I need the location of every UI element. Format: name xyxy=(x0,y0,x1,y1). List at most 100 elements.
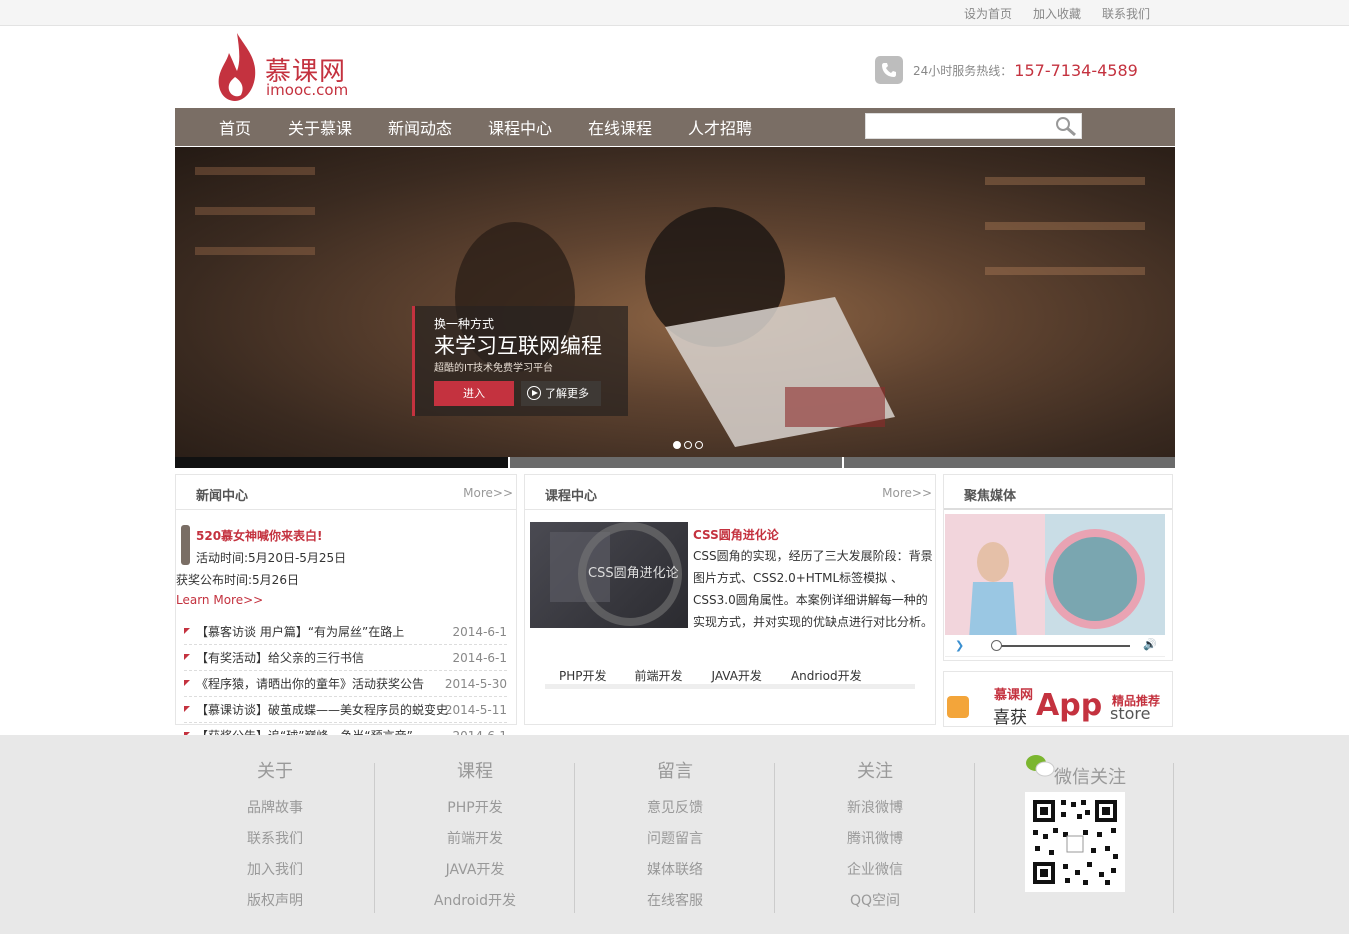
footer-link[interactable]: JAVA开发 xyxy=(375,859,575,890)
logo-text-en: imooc.com xyxy=(266,81,349,99)
footer-link[interactable]: 前端开发 xyxy=(375,828,575,859)
wechat-qr-code xyxy=(1025,792,1125,892)
ad-brand: 慕课网 xyxy=(994,688,1034,703)
news-list: 【慕客访谈 用户篇】“有为屌丝”在路上 2014-6-1 【有奖活动】给父亲的三行… xyxy=(184,619,507,749)
footer-heading: 课程 xyxy=(457,761,493,782)
feature-title[interactable]: 520慕女神喊你来表白! xyxy=(196,527,323,544)
banner-caption: 换一种方式 来学习互联网编程 超酷的IT技术免费学习平台 进入 了解更多 xyxy=(412,306,628,416)
bullet-icon xyxy=(184,706,190,712)
carousel-dots xyxy=(673,441,703,449)
courses-more-link[interactable]: More>> xyxy=(882,486,932,500)
search-icon[interactable] xyxy=(1053,115,1079,137)
footer-link[interactable]: 问题留言 xyxy=(575,828,775,859)
footer-link[interactable]: 腾讯微博 xyxy=(775,828,975,859)
slide-tab-3[interactable] xyxy=(844,457,1175,468)
add-favorite-link[interactable]: 加入收藏 xyxy=(1033,5,1081,22)
top-utility-bar: 设为首页 加入收藏 联系我们 xyxy=(0,0,1349,26)
footer-col-about: 关于 品牌故事 联系我们 加入我们 版权声明 xyxy=(175,757,375,921)
footer-divider xyxy=(974,763,975,913)
carousel-dot[interactable] xyxy=(695,441,703,449)
hotline-number: 157-7134-4589 xyxy=(1014,60,1138,80)
footer-link[interactable]: 在线客服 xyxy=(575,890,775,921)
news-item-date: 2014-6-1 xyxy=(452,651,507,665)
app-store-ad[interactable]: 慕课网 喜获 App 精品推荐 store xyxy=(943,671,1173,728)
site-logo[interactable]: 慕课网 imooc.com xyxy=(215,31,355,103)
news-item-text: 【慕课访谈】破茧成蝶——美女程序员的蜕变史 xyxy=(196,703,449,717)
nav-item-online[interactable]: 在线课程 xyxy=(570,108,670,149)
course-thumbnail[interactable]: CSS圆角进化论 xyxy=(530,522,688,628)
news-item-text: 《程序猿，请晒出你的童年》活动获奖公告 xyxy=(196,677,425,691)
banner-learn-more-button[interactable]: 了解更多 xyxy=(521,381,601,406)
ad-store-text: store xyxy=(1110,704,1151,723)
site-header: 慕课网 imooc.com 24小时服务热线： 157-7134-4589 xyxy=(175,26,1175,107)
carousel-dot[interactable] xyxy=(684,441,692,449)
footer-link[interactable]: 新浪微博 xyxy=(775,797,975,828)
feature-learn-more-link[interactable]: Learn More>> xyxy=(176,593,263,607)
tab-java[interactable]: JAVA开发 xyxy=(712,667,762,684)
footer-link[interactable]: QQ空间 xyxy=(775,890,975,921)
contact-us-link[interactable]: 联系我们 xyxy=(1102,5,1150,22)
ad-app-text: App xyxy=(1036,688,1103,723)
news-more-link[interactable]: More>> xyxy=(463,486,513,500)
footer-link[interactable]: 品牌故事 xyxy=(175,797,375,828)
footer-link[interactable]: 意见反馈 xyxy=(575,797,775,828)
footer-link[interactable]: 媒体联络 xyxy=(575,859,775,890)
footer-link[interactable]: 企业微信 xyxy=(775,859,975,890)
footer-link[interactable]: 联系我们 xyxy=(175,828,375,859)
top-links: 设为首页 加入收藏 联系我们 xyxy=(964,5,1150,22)
video-progress-track[interactable] xyxy=(995,645,1130,647)
feature-accent-bar xyxy=(181,525,190,565)
footer-link[interactable]: 版权声明 xyxy=(175,890,375,921)
hero-banner[interactable]: 换一种方式 来学习互联网编程 超酷的IT技术免费学习平台 进入 了解更多 xyxy=(175,147,1175,457)
wechat-follow: 微信关注 xyxy=(1025,753,1126,788)
news-list-item[interactable]: 【慕课访谈】破茧成蝶——美女程序员的蜕变史 2014-5-11 xyxy=(184,697,507,723)
courses-panel-header: 课程中心 More>> xyxy=(525,475,935,510)
tab-frontend[interactable]: 前端开发 xyxy=(635,667,683,684)
main-nav: 首页 关于慕课 新闻动态 课程中心 在线课程 人才招聘 xyxy=(175,108,1175,146)
slide-tab-1[interactable] xyxy=(175,457,508,468)
footer-heading: 关于 xyxy=(257,761,293,782)
volume-icon[interactable]: 🔊 xyxy=(1143,638,1157,651)
news-item-date: 2014-5-30 xyxy=(444,677,507,691)
nav-item-courses[interactable]: 课程中心 xyxy=(470,108,570,149)
news-list-item[interactable]: 《程序猿，请晒出你的童年》活动获奖公告 2014-5-30 xyxy=(184,671,507,697)
course-description: CSS圆角的实现，经历了三大发展阶段：背景图片方式、CSS2.0+HTML标签模… xyxy=(693,549,934,629)
set-homepage-link[interactable]: 设为首页 xyxy=(964,5,1012,22)
footer-heading: 关注 xyxy=(857,761,893,782)
footer-col-courses: 课程 PHP开发 前端开发 JAVA开发 Android开发 xyxy=(375,757,575,921)
course-category-tabs: PHP开发 前端开发 JAVA开发 Andriod开发 xyxy=(545,667,915,689)
slide-tab-2[interactable] xyxy=(510,457,842,468)
media-panel: 聚焦媒体 ❯ 🔊 xyxy=(943,474,1173,661)
news-list-item[interactable]: 【有奖活动】给父亲的三行书信 2014-6-1 xyxy=(184,645,507,671)
news-list-item[interactable]: 【慕客访谈 用户篇】“有为屌丝”在路上 2014-6-1 xyxy=(184,619,507,645)
tab-php[interactable]: PHP开发 xyxy=(559,667,607,684)
banner-enter-button[interactable]: 进入 xyxy=(434,381,514,406)
play-icon xyxy=(527,386,541,400)
video-controls: ❯ 🔊 xyxy=(945,635,1165,657)
nav-item-jobs[interactable]: 人才招聘 xyxy=(670,108,770,149)
bullet-icon xyxy=(184,628,190,634)
courses-panel: 课程中心 More>> CSS圆角进化论 CSS圆角进化论 CSS圆角的实现，经… xyxy=(524,474,936,725)
course-title[interactable]: CSS圆角进化论 xyxy=(693,526,779,543)
site-footer: 关于 品牌故事 联系我们 加入我们 版权声明 课程 PHP开发 前端开发 JAV… xyxy=(0,735,1349,934)
footer-divider xyxy=(1173,763,1174,913)
news-item-date: 2014-6-1 xyxy=(452,625,507,639)
flame-logo-icon xyxy=(218,33,256,101)
slide-indicator-bar xyxy=(175,457,1175,468)
carousel-dot[interactable] xyxy=(673,441,681,449)
qr-code-icon xyxy=(1033,800,1118,885)
nav-item-news[interactable]: 新闻动态 xyxy=(370,108,470,149)
footer-heading: 留言 xyxy=(657,761,693,782)
footer-link[interactable]: PHP开发 xyxy=(375,797,575,828)
banner-subtitle: 超酷的IT技术免费学习平台 xyxy=(434,363,554,374)
search-input[interactable] xyxy=(866,114,1051,138)
media-video-player[interactable] xyxy=(945,514,1165,639)
nav-item-home[interactable]: 首页 xyxy=(200,108,270,149)
footer-link[interactable]: 加入我们 xyxy=(175,859,375,890)
video-progress-handle[interactable] xyxy=(991,640,1002,651)
nav-item-about[interactable]: 关于慕课 xyxy=(270,108,370,149)
media-panel-title: 聚焦媒体 xyxy=(964,489,1017,504)
tab-android[interactable]: Andriod开发 xyxy=(791,667,862,684)
footer-link[interactable]: Android开发 xyxy=(375,890,575,921)
news-item-text: 【有奖活动】给父亲的三行书信 xyxy=(196,651,365,665)
